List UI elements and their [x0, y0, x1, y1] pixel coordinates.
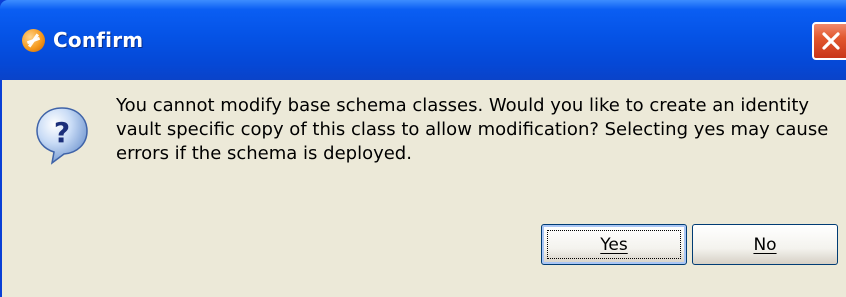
confirm-dialog: Confirm ? You cannot modify base schema …	[0, 0, 846, 297]
question-icon: ?	[36, 107, 88, 165]
title-bar[interactable]: Confirm	[0, 0, 846, 80]
svg-text:?: ?	[54, 116, 70, 149]
app-icon	[22, 29, 45, 52]
yes-button-label: Yes	[600, 234, 628, 255]
no-button[interactable]: No	[692, 224, 838, 265]
close-icon	[822, 32, 840, 50]
dialog-body: ? You cannot modify base schema classes.…	[2, 80, 846, 297]
close-button[interactable]	[812, 22, 846, 60]
dialog-message: You cannot modify base schema classes. W…	[116, 95, 829, 164]
window-title: Confirm	[53, 28, 144, 52]
yes-button[interactable]: Yes	[541, 224, 687, 265]
no-button-label: No	[753, 234, 777, 255]
